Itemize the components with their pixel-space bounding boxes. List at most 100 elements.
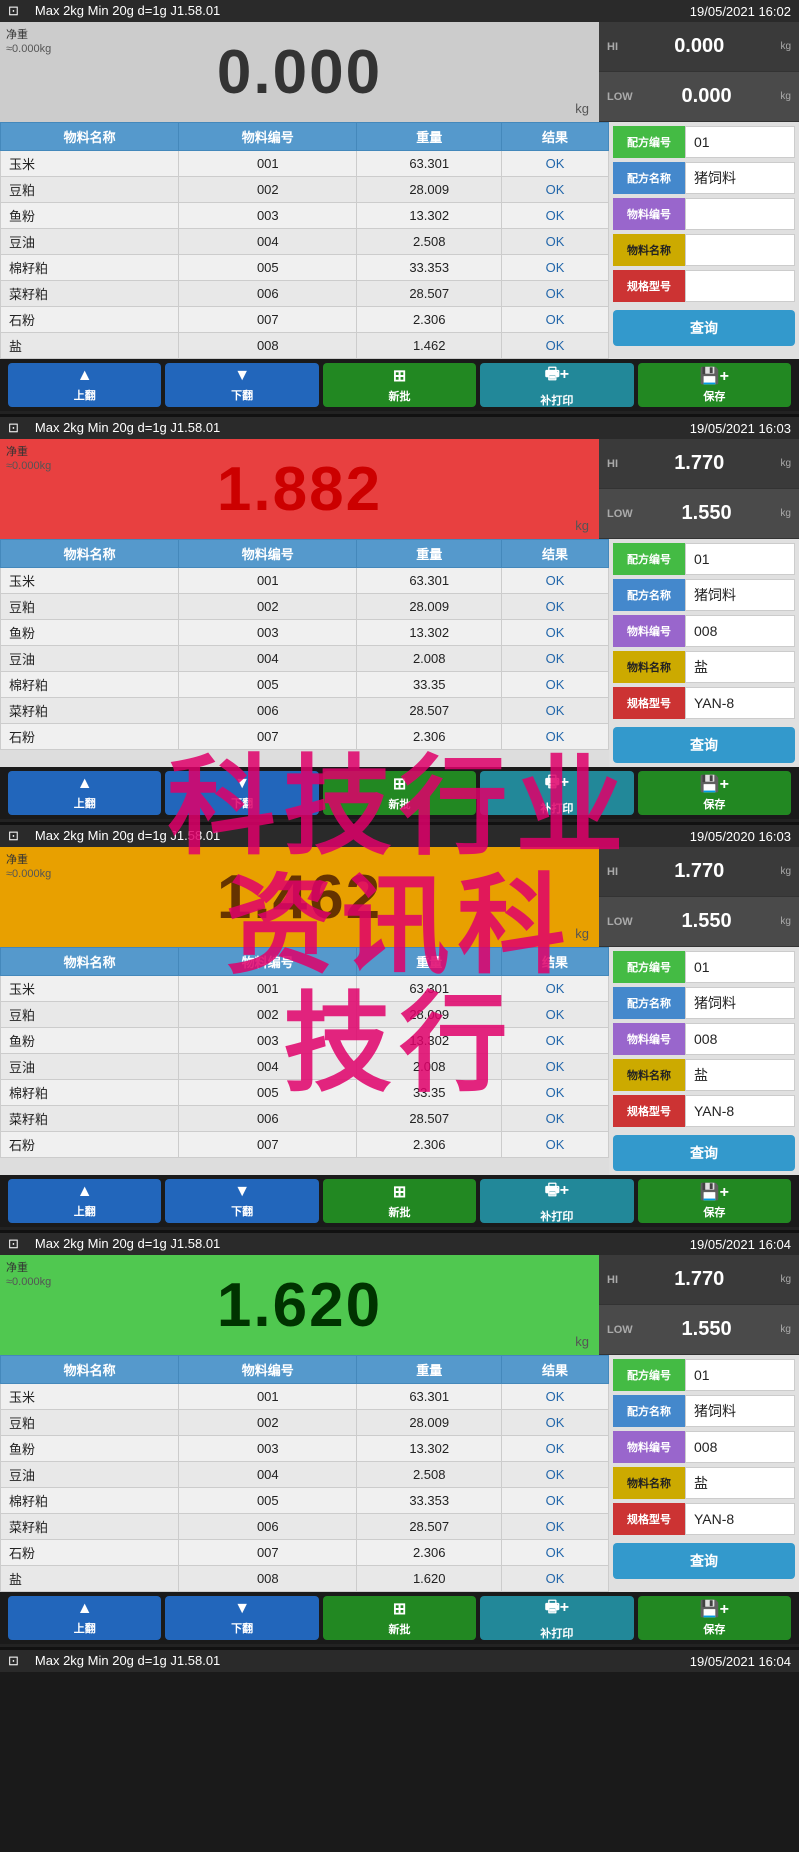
btn-补打印-4[interactable]: 🖶+ 补打印: [480, 1596, 633, 1640]
btn-保存-4[interactable]: 💾+ 保存: [638, 1596, 791, 1640]
info-label-1-2: 物料编号: [613, 198, 685, 230]
table-cell: 002: [179, 594, 357, 620]
btn-新批-3[interactable]: ⊞ 新批: [323, 1179, 476, 1223]
panel-4: ⊡ Max 2kg Min 20g d=1g J1.58.01 19/05/20…: [0, 1233, 799, 1647]
table-row: 菜籽粕00628.507OK: [1, 1514, 609, 1540]
table-cell: 石粉: [1, 1540, 179, 1566]
table-cell: 豆粕: [1, 177, 179, 203]
btn-text-0: 上翻: [74, 387, 96, 403]
btn-bar-3: ▲ 上翻 ▼ 下翻 ⊞ 新批 🖶+ 补打印 💾+ 保存: [0, 1175, 799, 1227]
btn-上翻-1[interactable]: ▲ 上翻: [8, 363, 161, 407]
info-value-4-1: 猪饲料: [685, 1395, 795, 1427]
btn-icon-4: 💾+: [700, 1182, 729, 1202]
table-row: 石粉0072.306OK: [1, 1132, 609, 1158]
info-label-4-3: 物料名称: [613, 1467, 685, 1499]
hi-value-4: 1.770: [674, 1268, 724, 1291]
table-cell: 63.301: [357, 976, 502, 1002]
btn-新批-2[interactable]: ⊞ 新批: [323, 771, 476, 815]
btn-新批-4[interactable]: ⊞ 新批: [323, 1596, 476, 1640]
table-cell: 003: [179, 1436, 357, 1462]
btn-上翻-4[interactable]: ▲ 上翻: [8, 1596, 161, 1640]
info-value-3-1: 猪饲料: [685, 987, 795, 1019]
table-cell: 13.302: [357, 1436, 502, 1462]
btn-补打印-3[interactable]: 🖶+ 补打印: [480, 1179, 633, 1223]
status-icon: ⊡: [8, 1236, 19, 1252]
table-cell: 001: [179, 1384, 357, 1410]
btn-icon-1: ▼: [234, 1183, 250, 1201]
query-button-2[interactable]: 查询: [613, 727, 795, 763]
table-row: 菜籽粕00628.507OK: [1, 1106, 609, 1132]
info-value-1-2: [685, 198, 795, 230]
hi-tag-3: HI: [607, 866, 618, 878]
btn-icon-3: 🖶+: [545, 771, 569, 798]
table-cell: 33.35: [357, 672, 502, 698]
hi-row-hi-3: HI 1.770 kg: [599, 847, 799, 897]
btn-补打印-2[interactable]: 🖶+ 补打印: [480, 771, 633, 815]
col-header: 结果: [502, 123, 609, 151]
info-label-4-0: 配方编号: [613, 1359, 685, 1391]
info-row-1-1: 配方名称 猪饲料: [613, 162, 795, 194]
btn-上翻-2[interactable]: ▲ 上翻: [8, 771, 161, 815]
btn-保存-1[interactable]: 💾+ 保存: [638, 363, 791, 407]
info-label-1-0: 配方编号: [613, 126, 685, 158]
info-label-1-4: 规格型号: [613, 270, 685, 302]
btn-下翻-1[interactable]: ▼ 下翻: [165, 363, 318, 407]
table-row: 鱼粉00313.302OK: [1, 203, 609, 229]
table-cell: 豆油: [1, 646, 179, 672]
table-cell: 28.009: [357, 594, 502, 620]
col-header: 物料名称: [1, 540, 179, 568]
info-row-4-4: 规格型号 YAN-8: [613, 1503, 795, 1535]
hi-value-2: 1.770: [674, 452, 724, 475]
low-value-1: 0.000: [682, 85, 732, 108]
table-cell: 菜籽粕: [1, 281, 179, 307]
btn-上翻-3[interactable]: ▲ 上翻: [8, 1179, 161, 1223]
info-value-4-4: YAN-8: [685, 1503, 795, 1535]
weight-main-3: 净重 ≈0.000kg 1.462 kg: [0, 847, 599, 947]
col-header: 物料编号: [179, 1356, 357, 1384]
btn-text-1: 下翻: [231, 1203, 253, 1219]
info-row-2-1: 配方名称 猪饲料: [613, 579, 795, 611]
table-cell: 豆油: [1, 1054, 179, 1080]
query-button-1[interactable]: 查询: [613, 310, 795, 346]
btn-保存-3[interactable]: 💾+ 保存: [638, 1179, 791, 1223]
btn-下翻-2[interactable]: ▼ 下翻: [165, 771, 318, 815]
info-row-3-4: 规格型号 YAN-8: [613, 1095, 795, 1127]
btn-保存-2[interactable]: 💾+ 保存: [638, 771, 791, 815]
query-button-4[interactable]: 查询: [613, 1543, 795, 1579]
table-cell: 1.620: [357, 1566, 502, 1592]
info-value-1-1: 猪饲料: [685, 162, 795, 194]
weight-value-1: 0.000: [217, 37, 382, 108]
hi-row-low-3: LOW 1.550 kg: [599, 897, 799, 947]
hi-low-panel-3: HI 1.770 kg LOW 1.550 kg: [599, 847, 799, 947]
btn-text-3: 补打印: [540, 1208, 573, 1224]
low-tag-2: LOW: [607, 508, 633, 520]
table-cell: 鱼粉: [1, 1028, 179, 1054]
info-value-1-0: 01: [685, 126, 795, 158]
btn-icon-2: ⊞: [393, 1182, 406, 1202]
btn-下翻-4[interactable]: ▼ 下翻: [165, 1596, 318, 1640]
content-area-4: 物料名称物料编号重量结果玉米00163.301OK豆粕00228.009OK鱼粉…: [0, 1355, 799, 1592]
status-spec: Max 2kg Min 20g d=1g J1.58.01: [35, 1236, 220, 1252]
table-cell: 13.302: [357, 620, 502, 646]
btn-新批-1[interactable]: ⊞ 新批: [323, 363, 476, 407]
table-cell: OK: [502, 646, 609, 672]
low-unit-2: kg: [780, 508, 791, 519]
btn-icon-3: 🖶+: [545, 1596, 569, 1623]
btn-text-1: 下翻: [231, 795, 253, 811]
info-label-3-2: 物料编号: [613, 1023, 685, 1055]
status-spec: Max 2kg Min 20g d=1g J1.58.01: [35, 3, 220, 19]
btn-下翻-3[interactable]: ▼ 下翻: [165, 1179, 318, 1223]
btn-补打印-1[interactable]: 🖶+ 补打印: [480, 363, 633, 407]
zero-line-2: ≈0.000kg: [0, 459, 57, 473]
table-row: 豆油0042.508OK: [1, 1462, 609, 1488]
table-cell: OK: [502, 333, 609, 359]
query-button-3[interactable]: 查询: [613, 1135, 795, 1171]
table-cell: OK: [502, 1002, 609, 1028]
info-label-2-0: 配方编号: [613, 543, 685, 575]
hi-unit-1: kg: [780, 41, 791, 52]
table-cell: 33.35: [357, 1080, 502, 1106]
table-cell: 005: [179, 1488, 357, 1514]
low-tag-4: LOW: [607, 1324, 633, 1336]
info-value-3-2: 008: [685, 1023, 795, 1055]
table-cell: 豆粕: [1, 1410, 179, 1436]
